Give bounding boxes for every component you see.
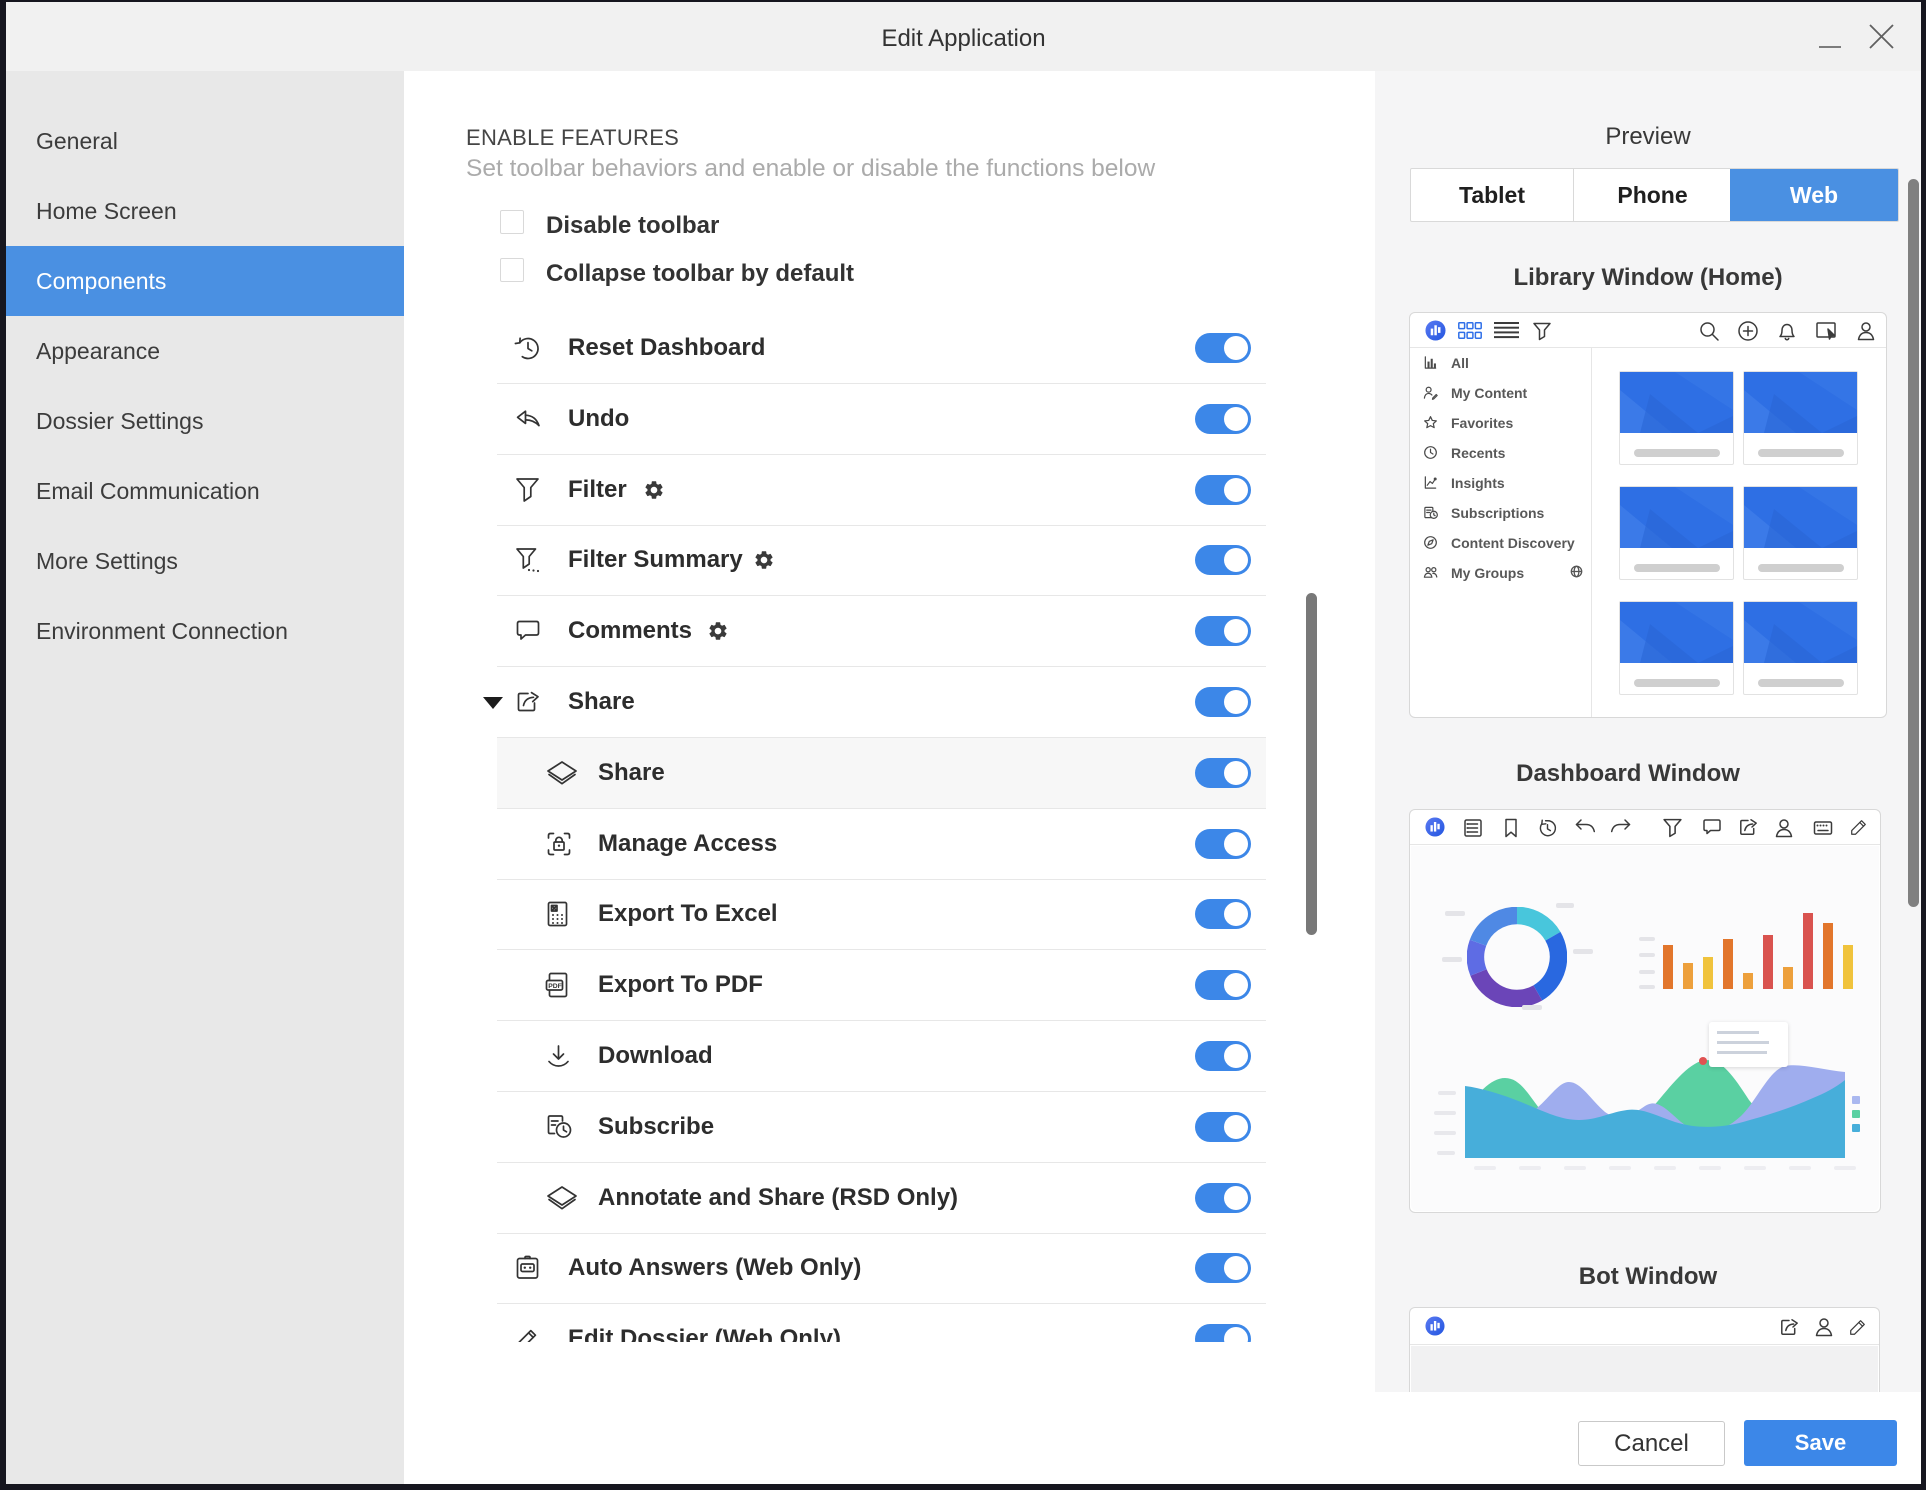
svg-text:PDF: PDF (548, 983, 562, 990)
